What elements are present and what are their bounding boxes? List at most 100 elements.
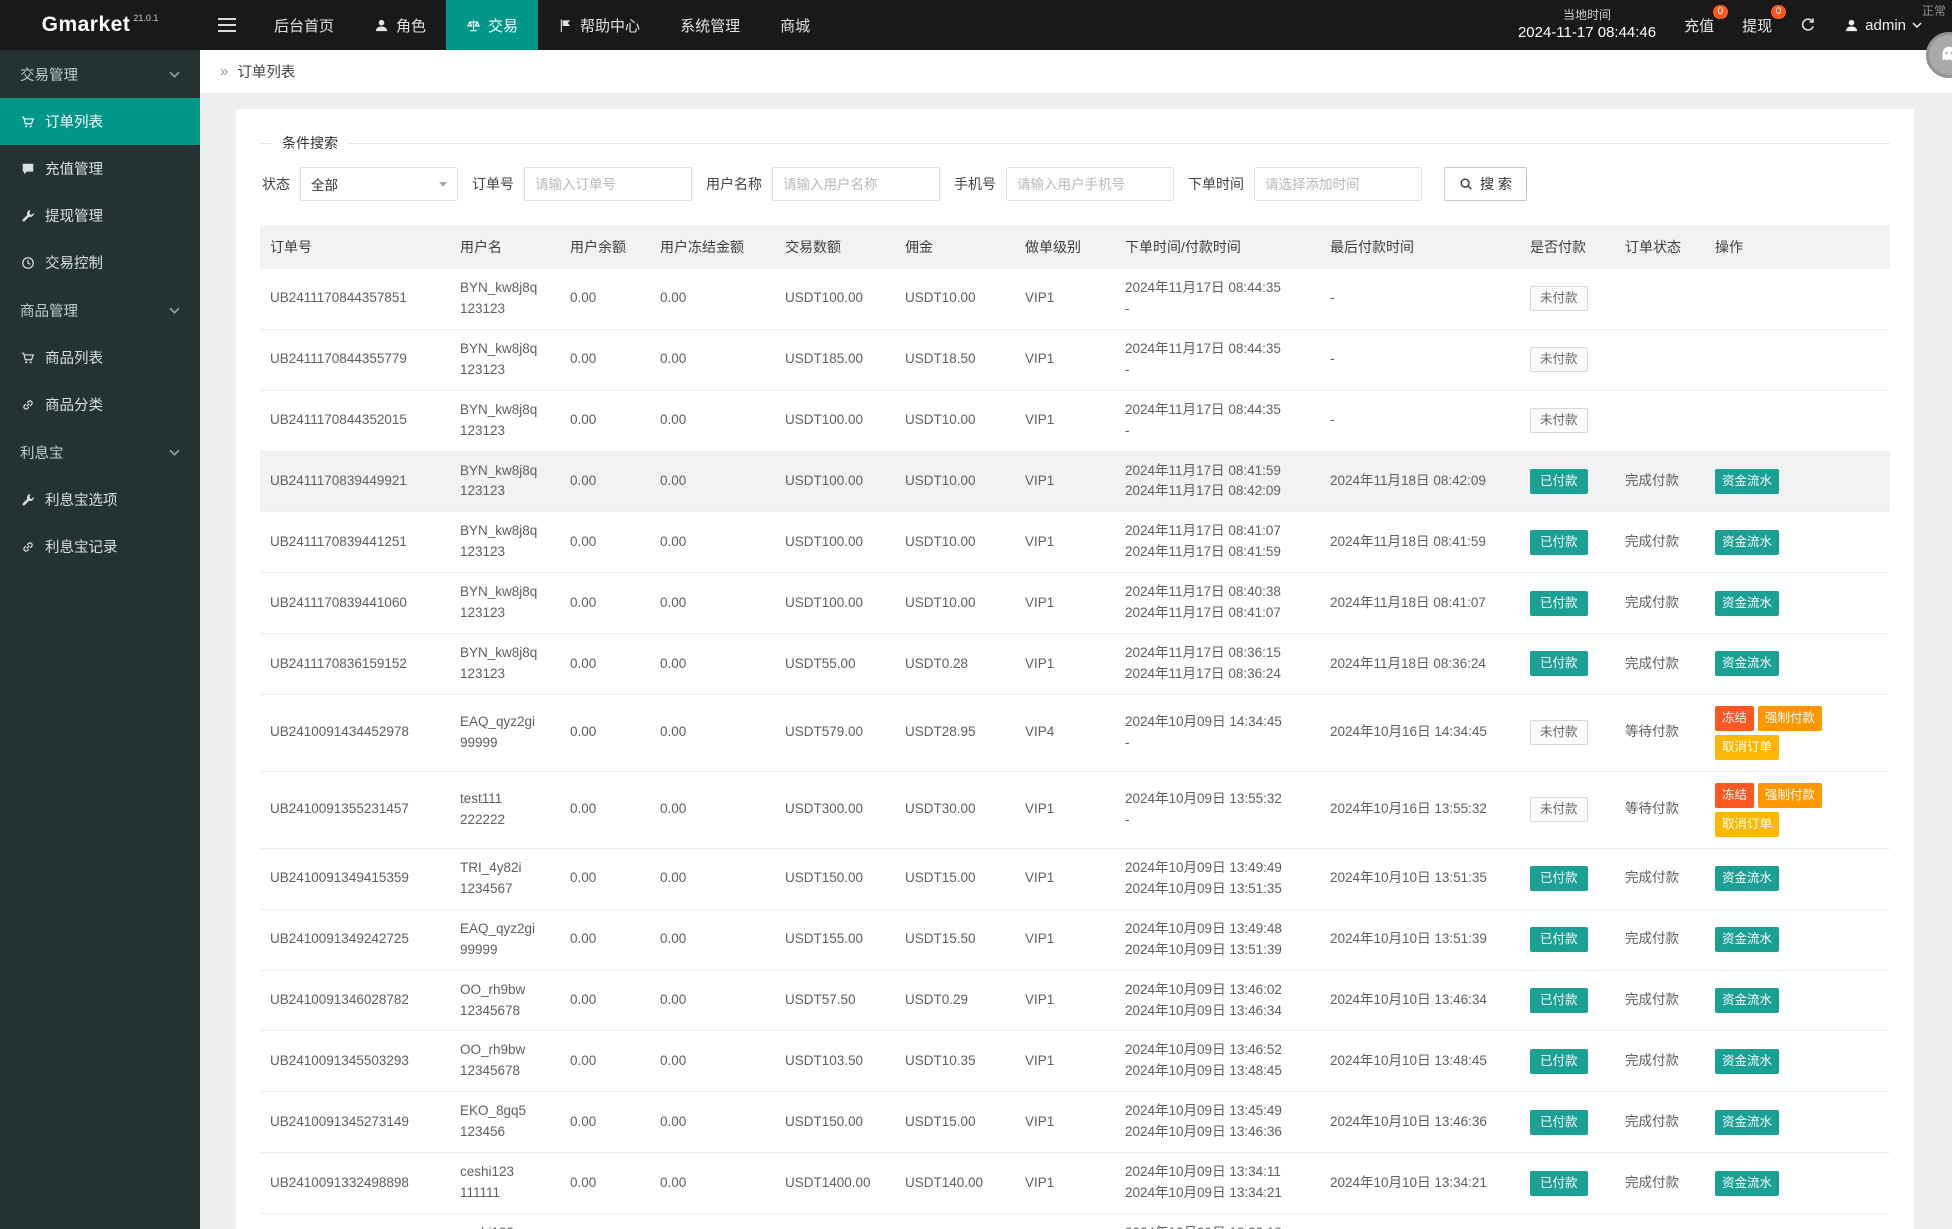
order-no-cell: UB2410091355231457 <box>260 771 450 848</box>
actions-cell: 资金流水 <box>1705 512 1890 573</box>
order-status-cell: 完成付款 <box>1615 451 1705 512</box>
search-legend: 条件搜索 <box>272 133 348 153</box>
user-menu[interactable]: admin <box>1844 17 1922 34</box>
refresh-icon[interactable] <box>1800 17 1816 33</box>
link-icon <box>21 540 35 554</box>
actions-cell: 资金流水 <box>1705 451 1890 512</box>
page-title: 订单列表 <box>237 61 295 82</box>
sidebar-item-order-list[interactable]: 订单列表 <box>0 98 200 145</box>
actions-cell: 冻结强制付款取消订单 <box>1705 771 1890 848</box>
sidebar-item-interest-options[interactable]: 利息宝选项 <box>0 476 200 523</box>
order-time-cell: 2024年10月09日 13:55:32- <box>1115 771 1320 848</box>
frozen-amount-cell: 0.00 <box>650 848 775 909</box>
pay-status-badge: 已付款 <box>1530 1049 1588 1074</box>
sidebar-group-label: 商品管理 <box>20 300 78 321</box>
order-no-cell: UB2411170839449921 <box>260 451 450 512</box>
balance-cell: 0.00 <box>560 634 650 695</box>
last-pay-time-cell: - <box>1320 390 1520 451</box>
recharge-link[interactable]: 充值 0 <box>1684 15 1714 36</box>
actions-cell <box>1705 329 1890 390</box>
pay-status-cell: 已付款 <box>1520 970 1615 1031</box>
breadcrumb: » 订单列表 <box>200 50 1952 94</box>
order-no-cell: UB2411170839441251 <box>260 512 450 573</box>
status-filter: 状态 全部 <box>262 167 458 201</box>
cancel-button[interactable]: 取消订单 <box>1715 735 1779 760</box>
last-pay-time-cell: - <box>1320 329 1520 390</box>
cart-icon <box>21 115 35 129</box>
flow-button[interactable]: 资金流水 <box>1715 530 1779 555</box>
nav-item-home[interactable]: 后台首页 <box>254 0 354 50</box>
flow-button[interactable]: 资金流水 <box>1715 988 1779 1013</box>
status-text: 正常 <box>1922 2 1946 19</box>
cancel-button[interactable]: 取消订单 <box>1715 812 1779 837</box>
status-select[interactable]: 全部 <box>300 167 458 201</box>
order-status-cell <box>1615 390 1705 451</box>
sidebar-item-product-category[interactable]: 商品分类 <box>0 381 200 428</box>
vip-level-cell: VIP1 <box>1015 970 1115 1031</box>
sidebar-item-recharge-management[interactable]: 充值管理 <box>0 145 200 192</box>
logo-text: Gmarket <box>42 13 131 37</box>
sidebar-group-trade-management[interactable]: 交易管理 <box>0 50 200 98</box>
hamburger-menu-icon[interactable] <box>200 0 254 50</box>
wrench-icon <box>21 209 35 223</box>
nav-item-system[interactable]: 系统管理 <box>660 0 760 50</box>
sidebar-item-trade-control[interactable]: 交易控制 <box>0 239 200 286</box>
order-no-cell: UB2410091434452978 <box>260 694 450 771</box>
order-no-cell: UB2410091349242725 <box>260 909 450 970</box>
sidebar-item-label: 交易控制 <box>45 252 103 273</box>
commission-cell: USDT10.00 <box>895 390 1015 451</box>
frozen-amount-cell: 0.00 <box>650 390 775 451</box>
order-time-input[interactable] <box>1254 167 1422 201</box>
nav-item-mall[interactable]: 商城 <box>760 0 830 50</box>
trade-amount-cell: USDT55.00 <box>775 634 895 695</box>
cart-icon <box>21 351 35 365</box>
order-no-input[interactable] <box>524 167 692 201</box>
column-header: 交易数额 <box>775 225 895 269</box>
nav-item-label: 角色 <box>396 15 426 36</box>
phone-input[interactable] <box>1006 167 1174 201</box>
force-button[interactable]: 强制付款 <box>1758 706 1822 731</box>
flow-button[interactable]: 资金流水 <box>1715 1110 1779 1135</box>
order-time-cell: 2024年11月17日 08:40:382024年11月17日 08:41:07 <box>1115 573 1320 634</box>
sidebar-group-interest-treasure[interactable]: 利息宝 <box>0 428 200 476</box>
nav-item-help[interactable]: 帮助中心 <box>538 0 660 50</box>
local-time-value: 2024-11-17 08:44:46 <box>1518 23 1656 43</box>
withdraw-link[interactable]: 提现 0 <box>1742 15 1772 36</box>
flow-button[interactable]: 资金流水 <box>1715 591 1779 616</box>
flow-button[interactable]: 资金流水 <box>1715 866 1779 891</box>
column-header: 用户冻结金额 <box>650 225 775 269</box>
frozen-amount-cell: 0.00 <box>650 512 775 573</box>
flow-button[interactable]: 资金流水 <box>1715 1049 1779 1074</box>
chevron-icon <box>169 307 180 314</box>
flow-button[interactable]: 资金流水 <box>1715 1171 1779 1196</box>
flow-button[interactable]: 资金流水 <box>1715 927 1779 952</box>
sidebar-item-interest-records[interactable]: 利息宝记录 <box>0 523 200 570</box>
search-button[interactable]: 搜 索 <box>1444 167 1527 201</box>
commission-cell: USDT10.00 <box>895 573 1015 634</box>
vip-level-cell: VIP1 <box>1015 634 1115 695</box>
search-icon <box>1459 177 1473 191</box>
flow-button[interactable]: 资金流水 <box>1715 469 1779 494</box>
force-button[interactable]: 强制付款 <box>1758 783 1822 808</box>
nav-item-trade[interactable]: 交易 <box>446 0 538 50</box>
order-row: UB2411170844352015BYN_kw8j8q1231230.000.… <box>260 390 1890 451</box>
sidebar-item-label: 商品列表 <box>45 347 103 368</box>
flow-button[interactable]: 资金流水 <box>1715 651 1779 676</box>
pay-status-cell: 已付款 <box>1520 1092 1615 1153</box>
balance-cell: 0.00 <box>560 573 650 634</box>
nav-item-roles[interactable]: 角色 <box>354 0 446 50</box>
frozen-amount-cell: 0.00 <box>650 329 775 390</box>
order-no-cell: UB2411170844357851 <box>260 269 450 329</box>
order-no-cell: UB2410091349415359 <box>260 848 450 909</box>
sidebar-group-product-management[interactable]: 商品管理 <box>0 286 200 334</box>
order-time-cell: 2024年10月09日 14:34:45- <box>1115 694 1320 771</box>
pay-status-cell: 未付款 <box>1520 329 1615 390</box>
sidebar-item-product-list[interactable]: 商品列表 <box>0 334 200 381</box>
username-input[interactable] <box>772 167 940 201</box>
top-header: Gmarket 21.0.1 后台首页角色交易帮助中心系统管理商城 当地时间 2… <box>0 0 1952 50</box>
freeze-button[interactable]: 冻结 <box>1715 706 1754 731</box>
order-time-label: 下单时间 <box>1188 174 1244 194</box>
sidebar-item-withdraw-management[interactable]: 提现管理 <box>0 192 200 239</box>
username-cell: EAQ_qyz2gi99999 <box>450 909 560 970</box>
freeze-button[interactable]: 冻结 <box>1715 783 1754 808</box>
